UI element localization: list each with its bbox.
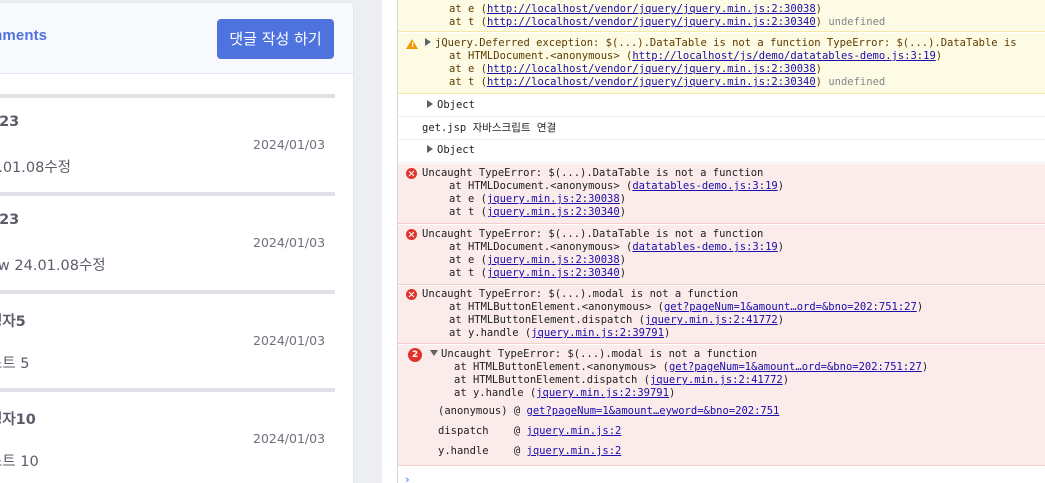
console-gutter [382,0,398,483]
source-link[interactable]: datatables-demo.js:3:19 [632,241,777,253]
source-link[interactable]: jquery.min.js:2:30038 [487,254,620,266]
object-label[interactable]: Object [427,99,475,112]
stack-line: at e (jquery.min.js:2:30038) [449,254,627,266]
stack-line: at e (jquery.min.js:2:30038) [449,193,627,205]
source-link[interactable]: jquery.min.js:2:30038 [487,193,620,205]
devtools-console: at e (http://localhost/vendor/jquery/jqu… [382,0,1045,483]
card-header: mments 댓글 작성 하기 [0,3,353,74]
collapse-arrow-icon[interactable] [430,350,438,356]
stack-line: at HTMLDocument.<anonymous> (datatables-… [449,180,785,192]
error-header: Uncaught TypeError: $(...).modal is not … [430,348,757,361]
object-label[interactable]: Object [427,144,475,157]
comment-divider [0,388,335,392]
comment-writer: 성자5 [0,314,26,330]
comment-writer: 123 [0,114,20,130]
console-prompt-chevron-icon[interactable]: › [404,473,411,483]
console-error[interactable]: Uncaught TypeError: $(...).modal is not … [398,286,1045,344]
card-title: mments [0,27,48,44]
warning-icon: ! [406,39,418,49]
warning-header: jQuery.Deferred exception: $(...).DataTa… [425,37,1017,50]
comment-text: 스트 10 [0,454,39,470]
comment-divider [0,192,335,196]
error-icon [406,168,417,179]
source-link[interactable]: jquery.min.js:2:39791 [536,387,669,399]
stack-line: at t (http://localhost/vendor/jquery/jqu… [449,16,886,28]
comment-item[interactable]: 123 2024/01/03 4.01.08수정 [0,94,353,192]
source-link[interactable]: http://localhost/vendor/jquery/jquery.mi… [487,16,816,28]
source-link[interactable]: jquery.min.js:2 [527,425,622,437]
call-stack-frame: dispatch @ jquery.min.js:2 [438,425,622,437]
source-link[interactable]: jquery.min.js:2:41772 [645,314,778,326]
log-text: get.jsp 자바스크립트 연결 [422,122,557,134]
comment-item[interactable]: 성자5 2024/01/03 스트 5 [0,290,353,388]
comment-writer: 123 [0,212,20,228]
console-error[interactable]: Uncaught TypeError: $(...).DataTable is … [398,225,1045,285]
repeat-count-badge: 2 [408,348,422,362]
stack-line: at y.handle (jquery.min.js:2:39791) [454,387,676,399]
console-log: get.jsp 자바스크립트 연결 [398,118,1045,140]
stack-line: at t (http://localhost/vendor/jquery/jqu… [449,76,886,88]
source-link[interactable]: datatables-demo.js:3:19 [632,180,777,192]
call-stack-frame: y.handle @ jquery.min.js:2 [438,445,622,457]
stack-line: at HTMLButtonElement.<anonymous> (get?pa… [454,361,929,373]
expand-arrow-icon[interactable] [427,145,433,153]
stack-line: at t (jquery.min.js:2:30340) [449,267,627,279]
stack-line: at e (http://localhost/vendor/jquery/jqu… [449,63,822,75]
comment-date: 2024/01/03 [253,137,326,152]
comment-text: ew 24.01.08수정 [0,258,106,274]
stack-line: at HTMLButtonElement.dispatch (jquery.mi… [449,314,785,326]
console-warning: at e (http://localhost/vendor/jquery/jqu… [398,0,1045,32]
source-link[interactable]: http://localhost/js/demo/datatables-demo… [632,50,935,62]
comment-divider [0,94,335,98]
comment-date: 2024/01/03 [253,431,326,446]
stack-line: at t (jquery.min.js:2:30340) [449,206,627,218]
stack-line: at e (http://localhost/vendor/jquery/jqu… [449,3,822,15]
source-link[interactable]: jquery.min.js:2:39791 [531,327,664,339]
comment-divider [0,290,335,294]
stack-line: at HTMLDocument.<anonymous> (http://loca… [449,50,943,62]
error-header: Uncaught TypeError: $(...).modal is not … [422,288,739,300]
source-link[interactable]: jquery.min.js:2:30340 [487,267,620,279]
comments-panel: mments 댓글 작성 하기 123 2024/01/03 4.01.08수정… [0,0,392,483]
error-header: Uncaught TypeError: $(...).DataTable is … [422,228,764,240]
source-link[interactable]: get?pageNum=1&amount…ord=&bno=202:751:27 [669,361,922,373]
source-link[interactable]: jquery.min.js:2 [527,445,622,457]
source-link[interactable]: get?pageNum=1&amount…ord=&bno=202:751:27 [664,301,917,313]
comment-text: 스트 5 [0,356,30,372]
error-icon [406,289,417,300]
comment-date: 2024/01/03 [253,235,326,250]
console-object-log[interactable]: Object [398,95,1045,117]
comment-item[interactable]: 성자10 2024/01/03 스트 10 [0,388,353,483]
call-stack-frame: (anonymous) @ get?pageNum=1&amount…eywor… [438,405,780,417]
comments-card: mments 댓글 작성 하기 123 2024/01/03 4.01.08수정… [0,2,354,483]
comment-text: 4.01.08수정 [0,160,72,176]
write-comment-button[interactable]: 댓글 작성 하기 [217,19,334,59]
stack-line: at y.handle (jquery.min.js:2:39791) [449,327,671,339]
expand-arrow-icon[interactable] [427,100,433,108]
expand-arrow-icon[interactable] [425,38,431,46]
console-object-log[interactable]: Object [398,141,1045,163]
source-link[interactable]: http://localhost/vendor/jquery/jquery.mi… [487,3,816,15]
stack-line: at HTMLButtonElement.dispatch (jquery.mi… [454,374,790,386]
error-icon [406,229,417,240]
source-link[interactable]: http://localhost/vendor/jquery/jquery.mi… [487,76,816,88]
stack-line: at HTMLButtonElement.<anonymous> (get?pa… [449,301,924,313]
console-error[interactable]: 2 Uncaught TypeError: $(...).modal is no… [398,345,1045,466]
stack-line: at HTMLDocument.<anonymous> (datatables-… [449,241,785,253]
source-link[interactable]: jquery.min.js:2:41772 [650,374,783,386]
return-value: undefined [828,76,886,88]
comment-writer: 성자10 [0,412,36,428]
source-link[interactable]: jquery.min.js:2:30340 [487,206,620,218]
comment-date: 2024/01/03 [253,333,326,348]
console-warning[interactable]: ! jQuery.Deferred exception: $(...).Data… [398,33,1045,94]
source-link[interactable]: get?pageNum=1&amount…eyword=&bno=202:751 [527,405,780,417]
error-header: Uncaught TypeError: $(...).DataTable is … [422,167,764,179]
return-value: undefined [828,16,886,28]
console-error[interactable]: Uncaught TypeError: $(...).DataTable is … [398,164,1045,224]
comment-item[interactable]: 123 2024/01/03 ew 24.01.08수정 [0,192,353,290]
source-link[interactable]: http://localhost/vendor/jquery/jquery.mi… [487,63,816,75]
